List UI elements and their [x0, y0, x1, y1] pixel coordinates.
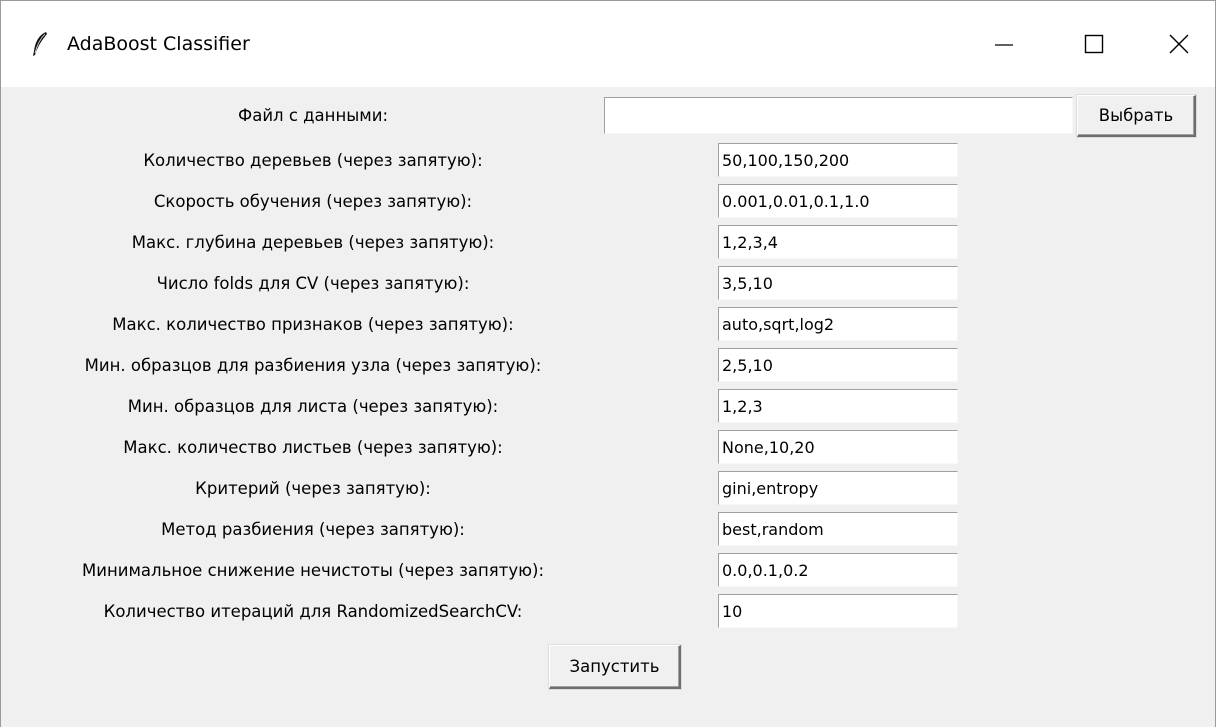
splitter-input[interactable]	[718, 512, 958, 546]
minimize-icon	[994, 34, 1014, 54]
max-depth-label: Макс. глубина деревьев (через запятую):	[131, 233, 495, 252]
file-path-input[interactable]	[604, 97, 1073, 134]
window-title: AdaBoost Classifier	[67, 33, 250, 55]
feather-icon	[31, 31, 49, 57]
minimize-button[interactable]	[959, 1, 1049, 87]
maximize-icon	[1084, 34, 1104, 54]
file-label: Файл с данными:	[238, 106, 388, 125]
max-features-input[interactable]	[718, 307, 958, 341]
app-window: AdaBoost Classifier Файл с данными: Выбр…	[0, 0, 1216, 727]
browse-button[interactable]: Выбрать	[1077, 95, 1196, 137]
close-icon	[1168, 33, 1190, 55]
criterion-input[interactable]	[718, 471, 958, 505]
criterion-label: Критерий (через запятую):	[195, 479, 431, 498]
min-samples-leaf-label: Мин. образцов для листа (через запятую):	[127, 397, 499, 416]
n-estimators-label: Количество деревьев (через запятую):	[143, 151, 483, 170]
min-impurity-decrease-label: Минимальное снижение нечистоты (через за…	[82, 561, 544, 580]
title-bar[interactable]: AdaBoost Classifier	[1, 1, 1215, 87]
n-estimators-input[interactable]	[718, 143, 958, 177]
min-samples-leaf-input[interactable]	[718, 389, 958, 423]
n-iter-input[interactable]	[718, 594, 958, 628]
cv-folds-label: Число folds для CV (через запятую):	[156, 274, 470, 293]
learning-rate-input[interactable]	[718, 184, 958, 218]
min-impurity-decrease-input[interactable]	[718, 553, 958, 587]
min-samples-split-input[interactable]	[718, 348, 958, 382]
max-leaf-nodes-input[interactable]	[718, 430, 958, 464]
cv-folds-input[interactable]	[718, 266, 958, 300]
max-features-label: Макс. количество признаков (через запяту…	[112, 315, 514, 334]
min-samples-split-label: Мин. образцов для разбиения узла (через …	[84, 356, 542, 375]
close-button[interactable]	[1134, 1, 1216, 87]
run-button[interactable]: Запустить	[549, 645, 681, 689]
max-leaf-nodes-label: Макс. количество листьев (через запятую)…	[123, 438, 503, 457]
learning-rate-label: Скорость обучения (через запятую):	[153, 192, 473, 211]
splitter-label: Метод разбиения (через запятую):	[161, 520, 465, 539]
maximize-button[interactable]	[1049, 1, 1139, 87]
n-iter-label: Количество итераций для RandomizedSearch…	[103, 602, 523, 621]
max-depth-input[interactable]	[718, 225, 958, 259]
